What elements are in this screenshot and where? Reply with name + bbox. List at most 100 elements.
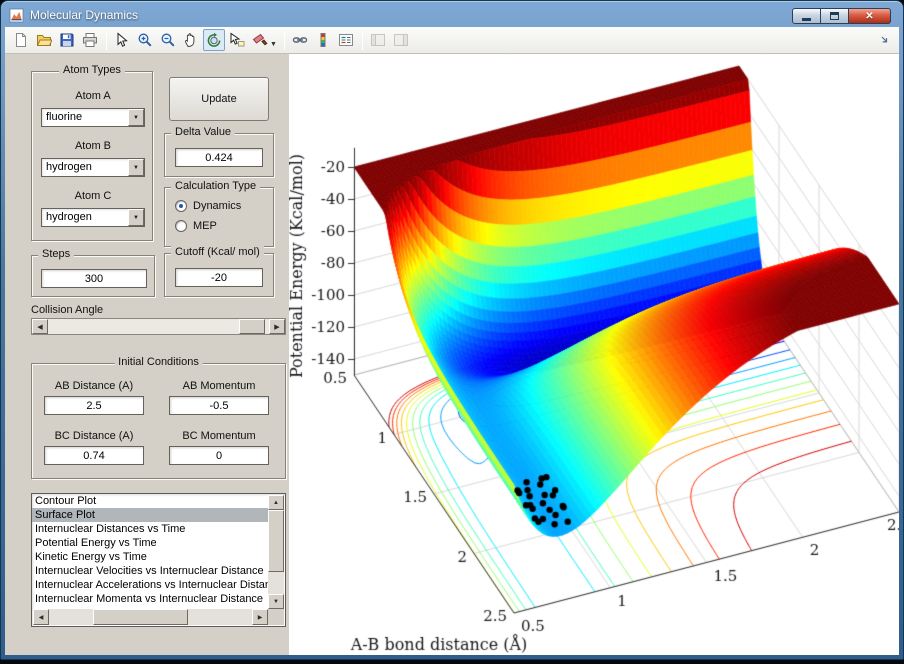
save-figure-button[interactable]: [56, 29, 78, 51]
pan-hand-icon: [183, 32, 199, 48]
list-item[interactable]: Kinetic Energy vs Time: [32, 550, 268, 564]
scroll-up-arrow[interactable]: ▲: [268, 495, 284, 510]
atom-b-value: hydrogen: [46, 161, 92, 173]
calculation-type-panel: Calculation Type Dynamics MEP: [164, 187, 274, 247]
steps-title: Steps: [38, 248, 74, 260]
cursor-arrow-icon: [114, 32, 130, 48]
brush-dropdown-caret-icon[interactable]: ▼: [270, 41, 277, 48]
list-item[interactable]: Potential Energy vs Time: [32, 536, 268, 550]
window-title: Molecular Dynamics: [30, 8, 138, 22]
calculation-type-title: Calculation Type: [171, 180, 260, 192]
zoom-in-button[interactable]: [134, 29, 156, 51]
chevron-down-icon[interactable]: ▼: [128, 209, 144, 226]
horizontal-scrollbar[interactable]: ◀ ▶: [33, 609, 268, 625]
steps-field[interactable]: [41, 269, 147, 288]
atom-c-select[interactable]: hydrogen ▼: [41, 208, 145, 227]
toolbar-separator: [284, 31, 285, 50]
show-plot-tools-icon: [393, 32, 409, 48]
delta-value-field[interactable]: [175, 148, 263, 167]
chevron-down-icon[interactable]: ▼: [128, 159, 144, 176]
desktop: Molecular Dynamics ✕ ▼: [0, 0, 904, 664]
scroll-down-arrow[interactable]: ▼: [268, 594, 284, 609]
zoom-out-button[interactable]: [157, 29, 179, 51]
atom-types-title: Atom Types: [59, 64, 125, 76]
scrollbar-corner: [268, 609, 284, 625]
print-figure-button[interactable]: [79, 29, 101, 51]
ab-distance-field[interactable]: [44, 396, 144, 415]
initial-conditions-panel: Initial Conditions AB Distance (A) AB Mo…: [31, 363, 286, 479]
pan-button[interactable]: [180, 29, 202, 51]
steps-panel: Steps: [31, 255, 155, 297]
chevron-down-icon[interactable]: ▼: [128, 109, 144, 126]
ab-momentum-label: AB Momentum: [169, 380, 269, 392]
rotate-3d-button[interactable]: [203, 29, 225, 51]
zoom-in-icon: [137, 32, 153, 48]
slider-thumb[interactable]: [239, 319, 265, 334]
dock-figure-button[interactable]: [877, 32, 893, 48]
close-button[interactable]: ✕: [849, 8, 891, 24]
vertical-scrollbar[interactable]: ▲ ▼: [268, 495, 284, 609]
insert-legend-button[interactable]: [335, 29, 357, 51]
dynamics-radio[interactable]: [175, 200, 187, 212]
ab-momentum-field[interactable]: [169, 396, 269, 415]
legend-icon: [338, 32, 354, 48]
list-item[interactable]: Internuclear Velocities vs Internuclear …: [32, 564, 268, 578]
mep-radio-label[interactable]: MEP: [193, 220, 217, 232]
list-item[interactable]: Internuclear Momenta vs Internuclear Dis…: [32, 592, 268, 606]
scroll-right-arrow[interactable]: ▶: [252, 609, 268, 625]
minimize-button[interactable]: [792, 8, 821, 24]
matlab-figure-icon: [9, 8, 24, 23]
bc-distance-label: BC Distance (A): [44, 430, 144, 442]
show-plot-tools-button[interactable]: [390, 29, 412, 51]
cutoff-panel: Cutoff (Kcal/ mol): [164, 253, 274, 297]
plot-type-listbox[interactable]: Contour Plot Surface Plot Internuclear D…: [31, 493, 286, 627]
slider-right-arrow[interactable]: ▶: [269, 319, 285, 334]
list-item-selected[interactable]: Surface Plot: [32, 508, 268, 522]
list-item[interactable]: Internuclear Accelerations vs Internucle…: [32, 578, 268, 592]
bc-momentum-label: BC Momentum: [169, 430, 269, 442]
scroll-left-arrow[interactable]: ◀: [33, 609, 49, 625]
cutoff-title: Cutoff (Kcal/ mol): [171, 246, 264, 258]
slider-left-arrow[interactable]: ◀: [32, 319, 48, 334]
window-controls: ✕: [792, 8, 891, 24]
atom-c-value: hydrogen: [46, 211, 92, 223]
mep-radio[interactable]: [175, 220, 187, 232]
delta-value-title: Delta Value: [171, 126, 235, 138]
hide-plot-tools-button[interactable]: [367, 29, 389, 51]
atom-b-label: Atom B: [32, 140, 154, 152]
plot-region: [289, 54, 899, 655]
titlebar[interactable]: Molecular Dynamics ✕: [5, 3, 899, 27]
delta-value-panel: Delta Value: [164, 133, 274, 177]
close-icon: ✕: [865, 11, 873, 22]
bc-momentum-field[interactable]: [169, 446, 269, 465]
list-item[interactable]: Contour Plot: [32, 494, 268, 508]
dynamics-radio-label[interactable]: Dynamics: [193, 200, 241, 212]
bc-distance-field[interactable]: [44, 446, 144, 465]
toolbar-separator: [106, 31, 107, 50]
atom-b-select[interactable]: hydrogen ▼: [41, 158, 145, 177]
open-file-button[interactable]: [33, 29, 55, 51]
data-cursor-button[interactable]: [226, 29, 248, 51]
update-button[interactable]: Update: [169, 77, 269, 121]
atom-a-select[interactable]: fluorine ▼: [41, 108, 145, 127]
insert-colorbar-button[interactable]: [312, 29, 334, 51]
link-plot-button[interactable]: [289, 29, 311, 51]
horizontal-scroll-thumb[interactable]: [93, 609, 188, 625]
new-figure-button[interactable]: [10, 29, 32, 51]
toolbar-separator: [362, 31, 363, 50]
maximize-icon: [830, 12, 839, 20]
figure-content: ▼ Atom Types Atom A fluorine ▼ Atom B hy…: [5, 27, 899, 655]
cutoff-field[interactable]: [175, 268, 263, 287]
edit-plot-button[interactable]: [111, 29, 133, 51]
atom-types-panel: Atom Types Atom A fluorine ▼ Atom B hydr…: [31, 71, 153, 241]
maximize-button[interactable]: [821, 8, 849, 24]
pes-3d-surface-plot[interactable]: [289, 54, 899, 655]
brush-data-button[interactable]: [249, 29, 271, 51]
collision-angle-slider[interactable]: ◀ ▶: [31, 318, 286, 335]
atom-a-label: Atom A: [32, 90, 154, 102]
colorbar-icon: [315, 32, 331, 48]
zoom-out-icon: [160, 32, 176, 48]
open-folder-icon: [36, 32, 52, 48]
list-item[interactable]: Internuclear Distances vs Time: [32, 522, 268, 536]
vertical-scroll-thumb[interactable]: [268, 510, 284, 572]
